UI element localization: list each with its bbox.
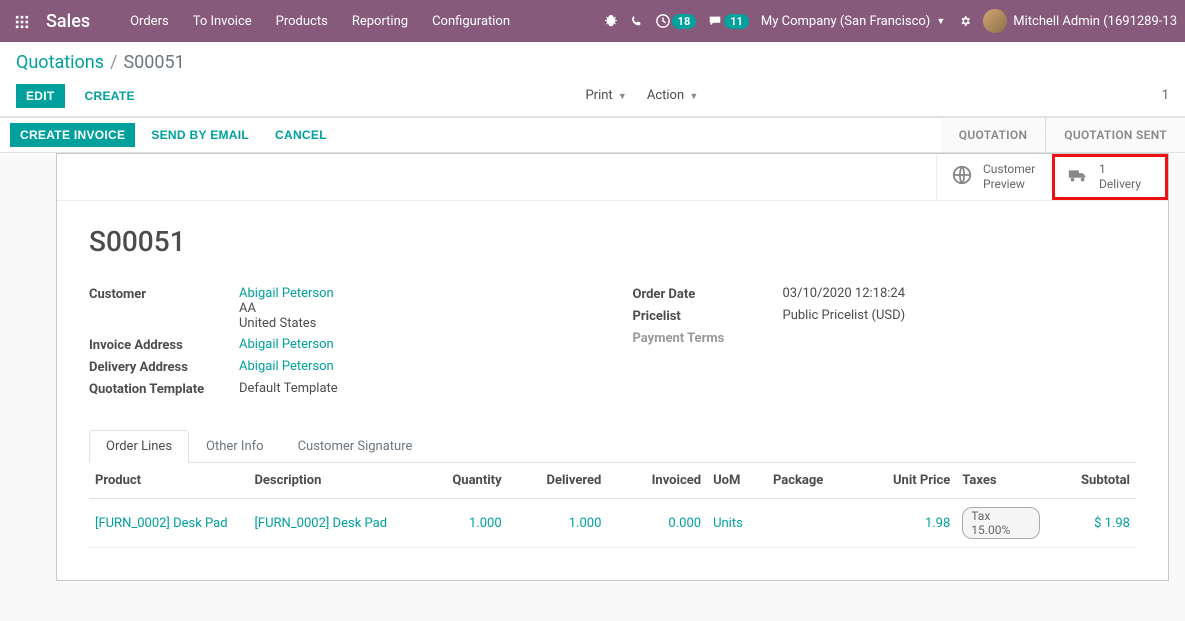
th-subtotal: Subtotal: [1046, 463, 1136, 499]
th-unit-price: Unit Price: [867, 463, 957, 499]
create-button[interactable]: CREATE: [75, 84, 145, 108]
cell-quantity: 1.000: [469, 516, 502, 531]
cell-delivered: 1.000: [569, 516, 602, 531]
phone-icon[interactable]: [630, 14, 644, 28]
order-lines-table: Product Description Quantity Delivered I…: [89, 463, 1136, 548]
discuss-icon[interactable]: 11: [708, 14, 749, 29]
th-delivered: Delivered: [508, 463, 608, 499]
activities-icon[interactable]: 18: [656, 14, 697, 29]
user-menu[interactable]: Mitchell Admin (1691289-13: [983, 9, 1177, 33]
record-title: S00051: [89, 225, 1136, 258]
menu-reporting[interactable]: Reporting: [342, 8, 418, 35]
th-description: Description: [248, 463, 417, 499]
delivery-address-link[interactable]: Abigail Peterson: [239, 359, 334, 374]
preview-line2: Preview: [983, 177, 1025, 191]
breadcrumb-current: S00051: [123, 52, 184, 73]
settings-icon[interactable]: [957, 14, 971, 28]
send-by-email-button[interactable]: SEND BY EMAIL: [141, 123, 259, 147]
cell-description[interactable]: [FURN_0002] Desk Pad: [254, 516, 387, 531]
delivery-button[interactable]: 1 Delivery: [1052, 154, 1168, 200]
avatar: [983, 9, 1007, 33]
delivery-address-label: Delivery Address: [89, 359, 239, 375]
menu-orders[interactable]: Orders: [120, 8, 179, 35]
create-invoice-button[interactable]: CREATE INVOICE: [10, 123, 135, 147]
th-taxes: Taxes: [956, 463, 1046, 499]
tab-customer-signature[interactable]: Customer Signature: [281, 430, 430, 463]
notebook-tabs: Order Lines Other Info Customer Signatur…: [89, 429, 1136, 463]
button-box: Customer Preview 1 Delivery: [57, 154, 1168, 201]
action-dropdown[interactable]: Action ▼: [639, 83, 706, 108]
company-name: My Company (San Francisco): [761, 14, 930, 29]
breadcrumb: Quotations / S00051: [16, 52, 1169, 73]
invoice-address-link[interactable]: Abigail Peterson: [239, 337, 334, 352]
cell-invoiced: 0.000: [668, 516, 701, 531]
app-name[interactable]: Sales: [46, 11, 90, 32]
order-date-value: 03/10/2020 12:18:24: [783, 286, 1137, 301]
pricelist-label: Pricelist: [633, 308, 783, 324]
activities-badge: 18: [672, 14, 697, 29]
pricelist-value: Public Pricelist (USD): [783, 308, 1137, 323]
navbar-right: 18 11 My Company (San Francisco) ▼ Mitch…: [604, 9, 1177, 33]
th-product: Product: [89, 463, 248, 499]
main-menu: Orders To Invoice Products Reporting Con…: [120, 8, 520, 35]
delivery-label: Delivery: [1099, 177, 1141, 191]
customer-line3: United States: [239, 316, 316, 331]
globe-icon: [951, 164, 973, 191]
table-row[interactable]: [FURN_0002] Desk Pad [FURN_0002] Desk Pa…: [89, 499, 1136, 548]
quotation-template-label: Quotation Template: [89, 381, 239, 397]
pager[interactable]: 1: [1139, 88, 1169, 103]
delivery-count: 1: [1099, 162, 1106, 176]
customer-preview-button[interactable]: Customer Preview: [936, 154, 1052, 200]
discuss-badge: 11: [724, 14, 749, 29]
preview-line1: Customer: [983, 162, 1035, 176]
th-uom: UoM: [707, 463, 767, 499]
payment-terms-label: Payment Terms: [633, 330, 783, 346]
right-column: Order Date 03/10/2020 12:18:24 Pricelist…: [633, 286, 1137, 403]
tab-order-lines[interactable]: Order Lines: [89, 430, 189, 463]
breadcrumb-root[interactable]: Quotations: [16, 52, 104, 73]
company-switcher[interactable]: My Company (San Francisco) ▼: [761, 14, 945, 29]
customer-label: Customer: [89, 286, 239, 302]
print-dropdown[interactable]: Print ▼: [577, 83, 634, 108]
cell-subtotal: $ 1.98: [1094, 516, 1130, 531]
username: Mitchell Admin (1691289-13: [1013, 14, 1177, 29]
breadcrumb-sep: /: [110, 52, 117, 73]
menu-to-invoice[interactable]: To Invoice: [183, 8, 262, 35]
edit-button[interactable]: EDIT: [16, 84, 65, 108]
status-quotation-sent[interactable]: QUOTATION SENT: [1045, 118, 1185, 152]
cell-unit-price: 1.98: [925, 516, 950, 531]
quotation-template-value: Default Template: [239, 381, 593, 396]
cell-tax: Tax 15.00%: [962, 507, 1040, 539]
control-panel: Quotations / S00051 EDIT CREATE Print ▼ …: [0, 42, 1185, 117]
left-column: Customer Abigail Peterson AA United Stat…: [89, 286, 593, 403]
cell-uom[interactable]: Units: [713, 516, 743, 531]
order-date-label: Order Date: [633, 286, 783, 302]
tab-other-info[interactable]: Other Info: [189, 430, 281, 463]
apps-icon[interactable]: [8, 12, 36, 31]
customer-line2: AA: [239, 301, 256, 316]
bug-icon[interactable]: [604, 14, 618, 28]
th-package: Package: [767, 463, 867, 499]
menu-products[interactable]: Products: [266, 8, 338, 35]
invoice-address-label: Invoice Address: [89, 337, 239, 353]
customer-link[interactable]: Abigail Peterson: [239, 286, 334, 301]
th-quantity: Quantity: [418, 463, 508, 499]
status-bar: CREATE INVOICE SEND BY EMAIL CANCEL QUOT…: [0, 117, 1185, 153]
cancel-button[interactable]: CANCEL: [265, 123, 337, 147]
status-quotation[interactable]: QUOTATION: [941, 118, 1045, 152]
th-invoiced: Invoiced: [607, 463, 707, 499]
form-sheet: Customer Preview 1 Delivery S00051 C: [56, 153, 1169, 581]
top-navbar: Sales Orders To Invoice Products Reporti…: [0, 0, 1185, 42]
cell-product[interactable]: [FURN_0002] Desk Pad: [95, 516, 228, 531]
menu-configuration[interactable]: Configuration: [422, 8, 520, 35]
cell-package: [767, 499, 867, 548]
truck-icon: [1067, 164, 1089, 191]
